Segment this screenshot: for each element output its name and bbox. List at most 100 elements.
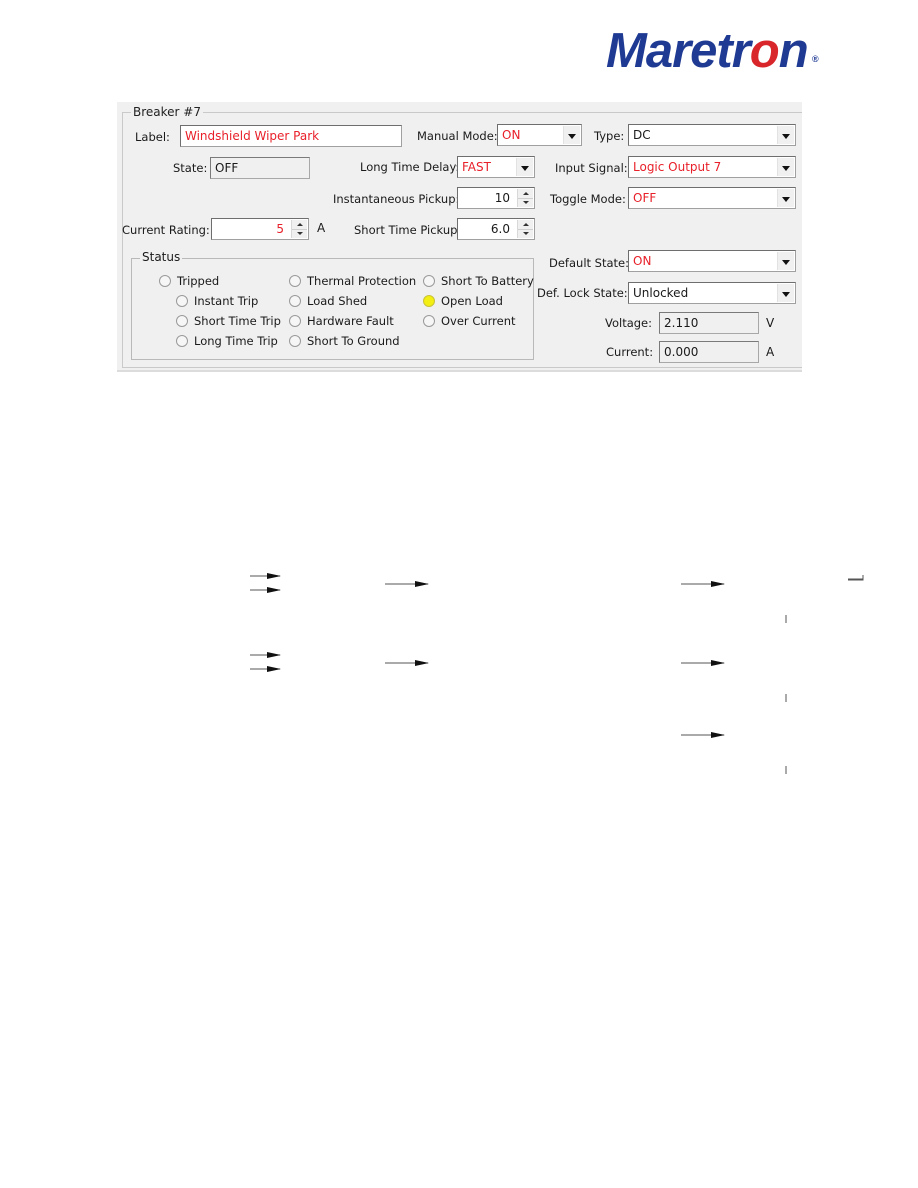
status-label: Short Time Trip	[194, 314, 281, 328]
maretron-logo: Maretron ®	[606, 24, 819, 78]
status-label: Hardware Fault	[307, 314, 394, 328]
instantaneous-pickup-spin-buttons[interactable]	[517, 189, 533, 207]
spin-up-icon[interactable]	[292, 220, 307, 229]
radio-indicator-icon	[289, 295, 301, 307]
default-state-value: ON	[633, 254, 652, 268]
radio-indicator-active-icon	[423, 295, 435, 307]
current-value: 0.000	[659, 341, 759, 363]
manual-mode-label: Manual Mode:	[417, 129, 498, 143]
current-rating-unit: A	[317, 221, 326, 235]
short-time-pickup-label: Short Time Pickup:	[354, 223, 462, 237]
current-label: Current:	[606, 345, 654, 359]
def-lock-state-value: Unlocked	[633, 286, 689, 300]
type-label: Type:	[594, 129, 625, 143]
status-groupbox: Status Tripped Instant Trip Short Time T…	[131, 250, 534, 360]
radio-indicator-icon	[176, 295, 188, 307]
status-short-to-ground: Short To Ground	[289, 334, 400, 348]
status-thermal-protection: Thermal Protection	[289, 274, 416, 288]
input-signal-dropdown[interactable]: Logic Output 7	[628, 156, 796, 178]
registered-mark: ®	[812, 54, 819, 64]
label-input[interactable]: Windshield Wiper Park	[180, 125, 402, 147]
logo-text-start: Maret	[606, 24, 733, 78]
logo-text-end: n	[778, 24, 809, 78]
current-unit: A	[766, 345, 775, 359]
current-rating-value: 5	[276, 222, 284, 236]
spin-down-icon[interactable]	[518, 198, 533, 207]
label-field-label: Label:	[135, 130, 170, 144]
instantaneous-pickup-value: 10	[494, 191, 510, 205]
radio-indicator-icon	[289, 315, 301, 327]
status-tripped: Tripped	[159, 274, 219, 288]
short-time-pickup-spin-buttons[interactable]	[517, 220, 533, 238]
status-label: Over Current	[441, 314, 516, 328]
toggle-mode-value: OFF	[633, 191, 657, 205]
state-value: OFF	[210, 157, 310, 179]
breaker-group-title: Breaker #7	[131, 105, 203, 119]
instantaneous-pickup-spinner[interactable]: 10	[457, 187, 535, 209]
radio-indicator-icon	[159, 275, 171, 287]
spin-up-icon[interactable]	[518, 189, 533, 198]
spin-down-icon[interactable]	[518, 229, 533, 238]
status-label: Short To Battery	[441, 274, 534, 288]
status-label: Tripped	[177, 274, 220, 288]
toggle-mode-dropdown[interactable]: OFF	[628, 187, 796, 209]
state-label: State:	[173, 161, 208, 175]
default-state-label: Default State:	[549, 256, 629, 270]
voltage-value: 2.110	[659, 312, 759, 334]
input-signal-label: Input Signal:	[555, 161, 628, 175]
long-time-delay-label: Long Time Delay:	[360, 160, 460, 174]
voltage-label: Voltage:	[605, 316, 653, 330]
radio-indicator-icon	[289, 335, 301, 347]
status-label: Open Load	[441, 294, 503, 308]
def-lock-state-label: Def. Lock State:	[537, 286, 628, 300]
input-signal-value: Logic Output 7	[633, 160, 722, 174]
status-label: Short To Ground	[307, 334, 400, 348]
chevron-down-icon[interactable]	[516, 158, 533, 176]
chevron-down-icon[interactable]	[563, 126, 580, 144]
short-time-pickup-spinner[interactable]: 6.0	[457, 218, 535, 240]
radio-indicator-icon	[176, 315, 188, 327]
logo-text-r: r	[731, 24, 751, 78]
current-rating-label: Current Rating:	[122, 223, 210, 237]
current-rating-spin-buttons[interactable]	[291, 220, 307, 238]
status-label: Long Time Trip	[194, 334, 278, 348]
default-state-dropdown[interactable]: ON	[628, 250, 796, 272]
def-lock-state-dropdown[interactable]: Unlocked	[628, 282, 796, 304]
status-hardware-fault: Hardware Fault	[289, 314, 394, 328]
status-over-current: Over Current	[423, 314, 516, 328]
logo-text-accent-o: o	[749, 24, 780, 78]
status-open-load: Open Load	[423, 294, 503, 308]
long-time-delay-value: FAST	[462, 160, 491, 174]
type-value: DC	[633, 128, 651, 142]
voltage-unit: V	[766, 316, 775, 330]
status-title: Status	[140, 250, 183, 264]
chevron-down-icon[interactable]	[777, 189, 794, 207]
chevron-down-icon[interactable]	[777, 158, 794, 176]
radio-indicator-icon	[176, 335, 188, 347]
status-label: Thermal Protection	[307, 274, 417, 288]
manual-mode-dropdown[interactable]: ON	[497, 124, 582, 146]
status-long-time-trip: Long Time Trip	[176, 334, 278, 348]
radio-indicator-icon	[423, 315, 435, 327]
diagram-connectors	[250, 573, 864, 774]
status-instant-trip: Instant Trip	[176, 294, 258, 308]
chevron-down-icon[interactable]	[777, 126, 794, 144]
wiper-logic-diagram	[0, 560, 918, 850]
status-load-shed: Load Shed	[289, 294, 367, 308]
long-time-delay-dropdown[interactable]: FAST	[457, 156, 535, 178]
status-label: Instant Trip	[194, 294, 259, 308]
spin-up-icon[interactable]	[518, 220, 533, 229]
manual-mode-value: ON	[502, 128, 521, 142]
radio-indicator-icon	[423, 275, 435, 287]
short-time-pickup-value: 6.0	[490, 222, 510, 236]
status-short-to-battery: Short To Battery	[423, 274, 534, 288]
status-label: Load Shed	[307, 294, 368, 308]
spin-down-icon[interactable]	[292, 229, 307, 238]
chevron-down-icon[interactable]	[777, 284, 794, 302]
breaker-settings-panel: Breaker #7 Label: Windshield Wiper Park …	[117, 102, 802, 372]
toggle-mode-label: Toggle Mode:	[550, 192, 626, 206]
type-dropdown[interactable]: DC	[628, 124, 796, 146]
status-short-time-trip: Short Time Trip	[176, 314, 281, 328]
current-rating-spinner[interactable]: 5	[211, 218, 309, 240]
chevron-down-icon[interactable]	[777, 252, 794, 270]
